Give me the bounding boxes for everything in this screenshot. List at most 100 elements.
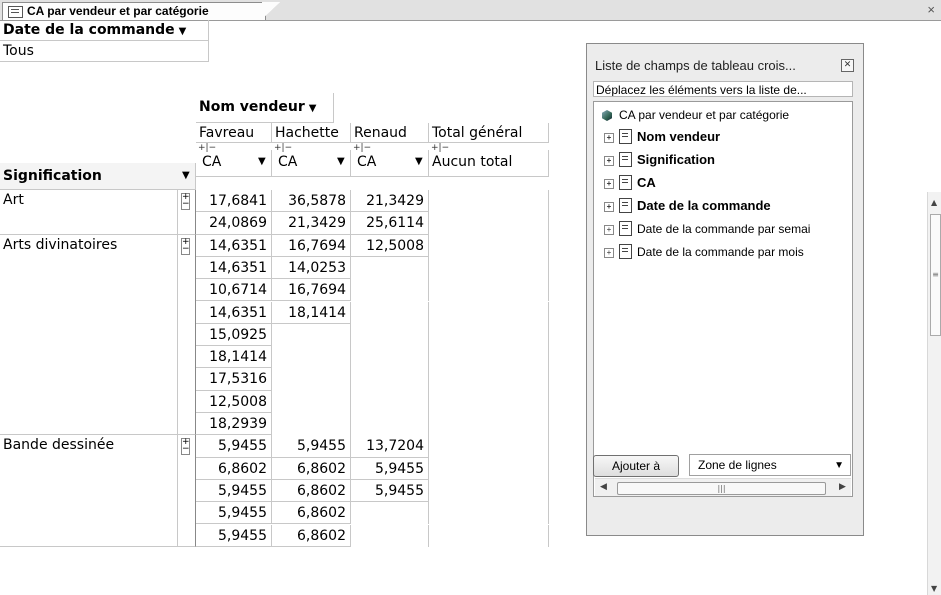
add-to-button[interactable]: Ajouter à [593, 455, 679, 477]
scroll-down-icon[interactable]: ▼ [931, 584, 937, 593]
total-cell [429, 479, 549, 503]
column-header[interactable]: Hachette [272, 123, 351, 143]
chevron-down-icon: ▼ [834, 460, 844, 471]
column-header-label: Favreau [199, 125, 255, 141]
row-field-header[interactable]: Signification ▼ [0, 163, 196, 190]
data-cell [351, 413, 429, 436]
dropdown-arrow-icon: ▼ [337, 156, 345, 167]
data-cell: 13,7204 [351, 435, 429, 458]
field-list-item-label: Date de la commande [637, 198, 771, 213]
data-field-header[interactable]: CA ▼ [196, 150, 272, 177]
row-expand-cell [178, 234, 196, 436]
row-group-label[interactable]: Bande dessinée [0, 435, 178, 547]
total-cell [429, 301, 549, 324]
column-header[interactable]: Renaud [351, 123, 429, 143]
data-cell: 14,6351 [196, 234, 272, 257]
field-icon [619, 152, 632, 167]
total-cell [429, 390, 549, 413]
pivot-corner [0, 93, 196, 165]
data-cell: 10,6714 [196, 279, 272, 302]
data-cell [272, 368, 351, 391]
dropdown-arrow-icon: ▼ [415, 156, 423, 167]
data-cell [272, 413, 351, 436]
cube-icon [602, 110, 612, 121]
expand-icon[interactable]: + [604, 156, 614, 166]
column-header-label: Total général [432, 125, 523, 141]
column-field-label: Nom vendeur [199, 99, 305, 115]
data-cell: 17,6841 [196, 190, 272, 213]
total-cell [429, 346, 549, 369]
expand-icon[interactable]: + [604, 133, 614, 143]
scroll-left-icon[interactable]: ◀ [600, 482, 607, 492]
data-field-label: CA [278, 154, 298, 170]
field-list-item[interactable]: + CA [604, 175, 656, 195]
field-tree-box: CA par vendeur et par catégorie + Nom ven… [593, 101, 853, 497]
column-header[interactable]: Total général [429, 123, 549, 143]
expand-collapse-icon[interactable]: +− [181, 438, 190, 456]
dropdown-arrow-icon: ▼ [258, 156, 266, 167]
data-cell: 18,1414 [196, 346, 272, 369]
expand-collapse-icon[interactable]: +− [181, 237, 190, 255]
field-list-item-label: Signification [637, 152, 715, 167]
filter-field-label: Date de la commande [3, 22, 175, 38]
total-cell [429, 524, 549, 547]
data-cell: 5,9455 [196, 479, 272, 503]
data-field-header[interactable]: CA ▼ [272, 150, 351, 177]
horizontal-scrollbar[interactable]: ◀ ||| ▶ [595, 478, 851, 496]
expand-icon[interactable]: + [604, 202, 614, 212]
total-cell [429, 502, 549, 525]
data-cell: 6,8602 [272, 524, 351, 547]
row-group-label[interactable]: Art [0, 190, 178, 235]
total-cell [429, 413, 549, 436]
scroll-right-icon[interactable]: ▶ [839, 482, 846, 492]
data-cell: 21,3429 [351, 190, 429, 213]
expand-icon[interactable]: + [604, 179, 614, 189]
vertical-scrollbar[interactable]: ▲ ≡ ▼ [927, 192, 941, 595]
filter-field-header[interactable]: Date de la commande ▼ [0, 20, 209, 41]
scroll-thumb[interactable]: ≡ [930, 214, 941, 336]
total-cell [429, 368, 549, 391]
scroll-up-icon[interactable]: ▲ [931, 198, 937, 207]
field-icon [619, 175, 632, 190]
total-field-label: Aucun total [432, 154, 513, 170]
data-cell [351, 390, 429, 413]
field-list-item[interactable]: + Signification [604, 152, 715, 172]
data-cell: 15,0925 [196, 323, 272, 347]
dropdown-arrow-icon: ▼ [178, 26, 187, 37]
field-list-title: Liste de champs de tableau crois... [595, 58, 796, 73]
field-list-item[interactable]: + Nom vendeur [604, 129, 720, 149]
field-icon [619, 244, 632, 259]
close-panel-icon[interactable]: ✕ [841, 59, 854, 72]
column-field-header[interactable]: Nom vendeur ▼ [196, 93, 334, 123]
total-cell [429, 323, 549, 347]
zone-select[interactable]: Zone de lignes ▼ [689, 454, 851, 476]
dropdown-arrow-icon: ▼ [182, 170, 190, 181]
expand-collapse-icon[interactable]: +− [181, 193, 190, 210]
total-field-header: Aucun total [429, 150, 549, 177]
data-cell: 5,9455 [196, 435, 272, 458]
scroll-thumb[interactable]: ||| [617, 482, 826, 495]
data-cell: 24,0869 [196, 212, 272, 235]
close-document-icon[interactable]: × [927, 2, 935, 17]
field-list-item[interactable]: + Date de la commande [604, 198, 771, 218]
field-list-item[interactable]: + Date de la commande par mois [604, 244, 804, 264]
data-cell: 6,8602 [196, 457, 272, 480]
row-group-label[interactable]: Arts divinatoires [0, 234, 178, 436]
data-field-header[interactable]: CA ▼ [351, 150, 429, 177]
column-header-label: Renaud [354, 125, 407, 141]
field-list-item-label: Date de la commande par mois [637, 245, 804, 259]
document-tab-label: CA par vendeur et par catégorie [27, 4, 209, 18]
tree-root[interactable]: CA par vendeur et par catégorie [602, 108, 789, 122]
expand-icon[interactable]: + [604, 248, 614, 258]
dropdown-arrow-icon: ▼ [308, 103, 317, 114]
filter-value[interactable]: Tous [0, 41, 209, 62]
field-list-item[interactable]: + Date de la commande par semai [604, 221, 810, 241]
expand-icon[interactable]: + [604, 225, 614, 235]
total-cell [429, 234, 549, 257]
document-tab[interactable]: CA par vendeur et par catégorie [2, 2, 266, 20]
column-header[interactable]: Favreau [196, 123, 272, 143]
data-cell [272, 346, 351, 369]
data-cell: 17,5316 [196, 368, 272, 391]
data-cell [351, 256, 429, 280]
data-cell: 5,9455 [351, 479, 429, 503]
